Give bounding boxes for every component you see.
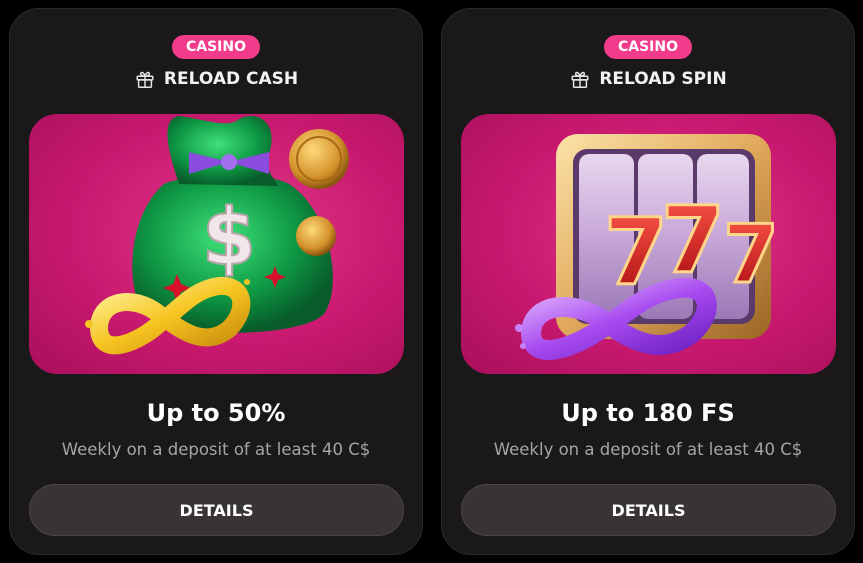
promo-description: Weekly on a deposit of at least 40 C$	[61, 440, 371, 459]
promo-type-label: RELOAD SPIN	[599, 69, 727, 89]
money-bag-image: $	[85, 115, 349, 355]
promo-type: RELOAD SPIN	[442, 67, 854, 91]
promo-amount: Up to 50%	[146, 399, 286, 427]
promo-cards: CASINO RELOAD CASH $ Up to 50% Weekly on…	[0, 0, 863, 563]
details-button[interactable]: DETAILS	[461, 484, 836, 536]
money-bag-infinity-illustration: $	[29, 114, 404, 374]
svg-text:7: 7	[723, 208, 779, 301]
promo-card-reload-spin: CASINO RELOAD SPIN 7 7 7 Up to 180 FS We…	[441, 8, 855, 555]
slot-777-infinity-illustration: 7 7 7	[461, 114, 836, 374]
details-button[interactable]: DETAILS	[29, 484, 404, 536]
promo-amount: Up to 180 FS	[561, 399, 735, 427]
promo-description: Weekly on a deposit of at least 40 C$	[493, 440, 803, 459]
promo-type: RELOAD CASH	[10, 67, 422, 91]
promo-card-reload-cash: CASINO RELOAD CASH $ Up to 50% Weekly on…	[9, 8, 423, 555]
category-badge: CASINO	[603, 35, 693, 59]
svg-text:$: $	[202, 193, 256, 283]
svg-text:7: 7	[661, 187, 725, 294]
gift-icon	[136, 71, 154, 88]
slot-machine-image: 7 7 7	[515, 134, 780, 361]
category-badge: CASINO	[171, 35, 261, 59]
gift-icon	[571, 71, 589, 88]
promo-type-label: RELOAD CASH	[163, 69, 299, 89]
